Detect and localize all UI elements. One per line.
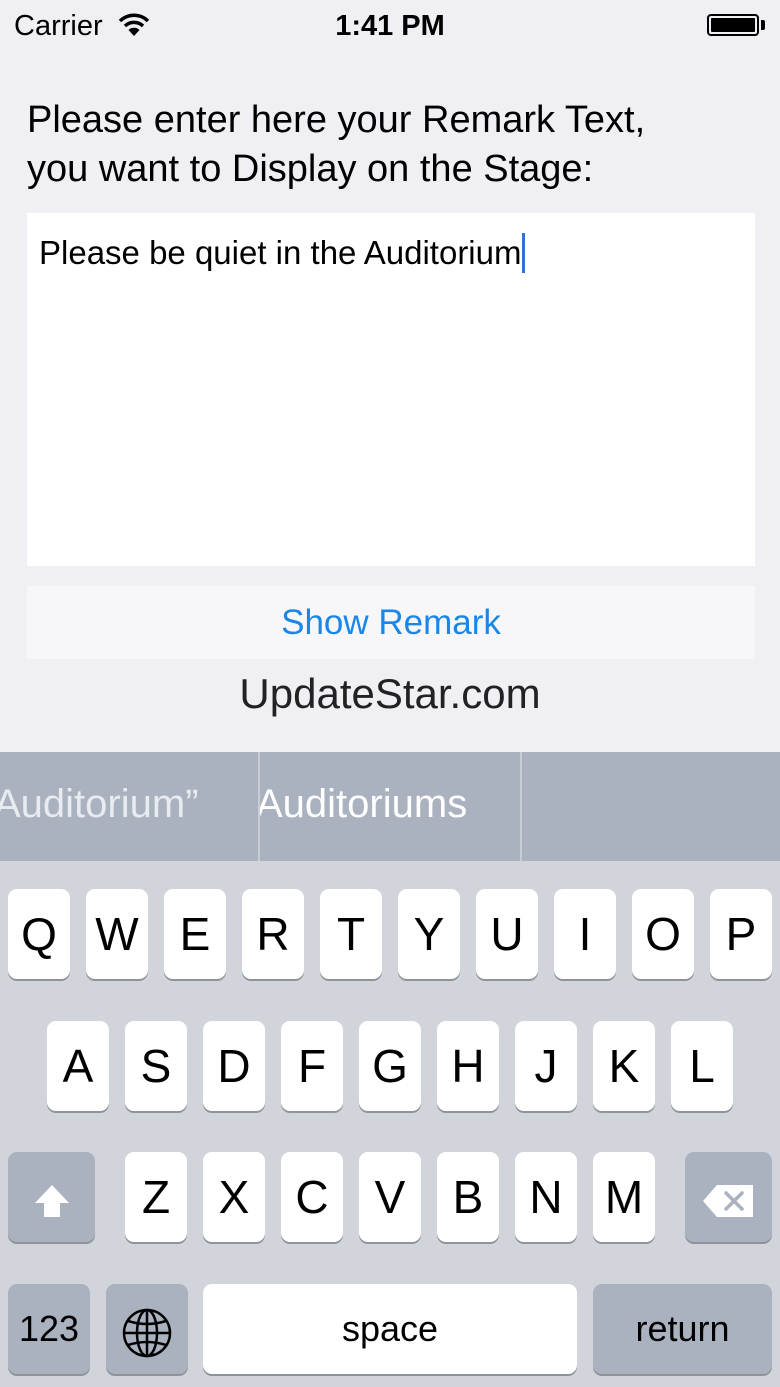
keyboard: Q W E R T Y U I O P A S D F G H J K L Z …	[0, 861, 780, 1387]
key-d[interactable]: D	[203, 1021, 265, 1111]
prompt-line-2: you want to Display on the Stage:	[27, 148, 594, 190]
prompt-text: Please enter here your Remark Text, you …	[27, 96, 757, 194]
return-key[interactable]: return	[593, 1284, 772, 1374]
prediction-2[interactable]: Auditoriums	[260, 752, 520, 861]
shift-key[interactable]	[8, 1152, 95, 1242]
predictive-bar: Auditorium” Auditoriums	[0, 752, 780, 861]
key-v[interactable]: V	[359, 1152, 421, 1242]
key-q[interactable]: Q	[8, 889, 70, 979]
show-remark-button[interactable]: Show Remark	[27, 586, 755, 659]
key-r[interactable]: R	[242, 889, 304, 979]
key-s[interactable]: S	[125, 1021, 187, 1111]
key-m[interactable]: M	[593, 1152, 655, 1242]
prompt-line-1: Please enter here your Remark Text,	[27, 99, 646, 141]
globe-key[interactable]	[106, 1284, 188, 1374]
text-cursor	[522, 233, 526, 273]
prediction-3[interactable]	[522, 752, 780, 861]
status-bar: Carrier 1:41 PM	[0, 0, 780, 54]
key-p[interactable]: P	[710, 889, 772, 979]
prediction-1[interactable]: Auditorium”	[0, 752, 258, 861]
remark-text-value: Please be quiet in the Auditorium	[39, 234, 522, 271]
key-e[interactable]: E	[164, 889, 226, 979]
key-h[interactable]: H	[437, 1021, 499, 1111]
clock: 1:41 PM	[335, 10, 445, 42]
key-f[interactable]: F	[281, 1021, 343, 1111]
key-a[interactable]: A	[47, 1021, 109, 1111]
remark-text-field[interactable]: Please be quiet in the Auditorium	[27, 213, 755, 566]
key-i[interactable]: I	[554, 889, 616, 979]
key-w[interactable]: W	[86, 889, 148, 979]
delete-icon	[701, 1171, 757, 1223]
key-k[interactable]: K	[593, 1021, 655, 1111]
prediction-1-label: Auditorium”	[0, 782, 199, 826]
key-c[interactable]: C	[281, 1152, 343, 1242]
key-t[interactable]: T	[320, 889, 382, 979]
globe-icon	[121, 1303, 173, 1358]
key-y[interactable]: Y	[398, 889, 460, 979]
key-l[interactable]: L	[671, 1021, 733, 1111]
delete-key[interactable]	[685, 1152, 772, 1242]
battery-tip	[761, 20, 765, 30]
key-o[interactable]: O	[632, 889, 694, 979]
prediction-2-label: Auditoriums	[260, 782, 468, 826]
key-x[interactable]: X	[203, 1152, 265, 1242]
watermark: UpdateStar.com	[239, 670, 541, 717]
key-n[interactable]: N	[515, 1152, 577, 1242]
shift-icon	[32, 1171, 72, 1223]
key-u[interactable]: U	[476, 889, 538, 979]
key-z[interactable]: Z	[125, 1152, 187, 1242]
key-b[interactable]: B	[437, 1152, 499, 1242]
space-key[interactable]: space	[203, 1284, 577, 1374]
key-g[interactable]: G	[359, 1021, 421, 1111]
key-j[interactable]: J	[515, 1021, 577, 1111]
numbers-key[interactable]: 123	[8, 1284, 90, 1374]
battery-icon	[707, 14, 759, 36]
